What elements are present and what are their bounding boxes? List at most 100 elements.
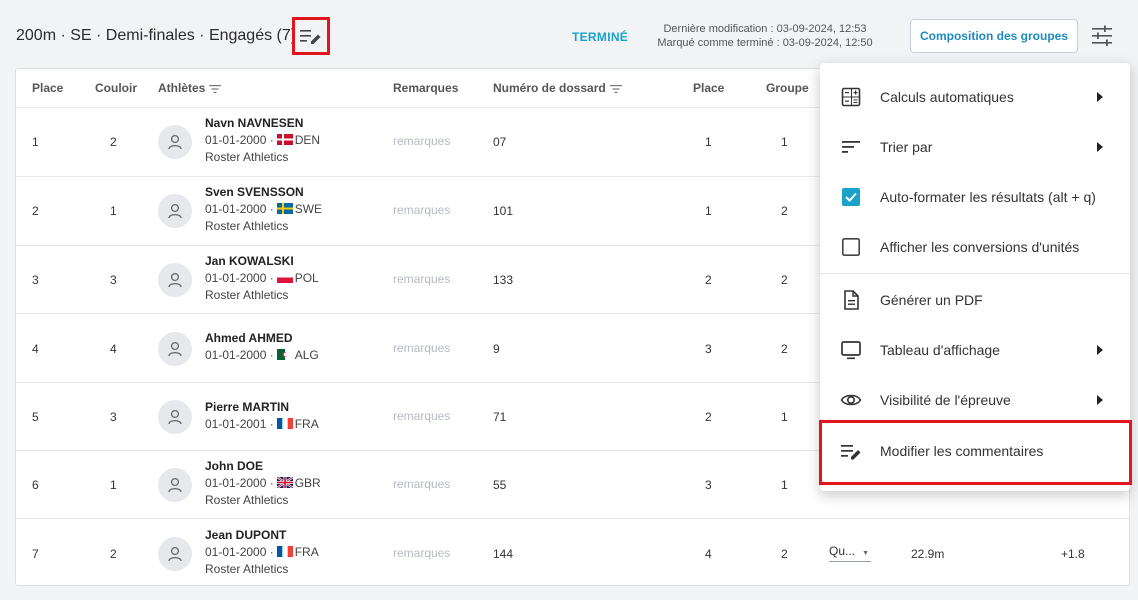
person-icon bbox=[168, 477, 182, 493]
checkbox-checked-icon[interactable] bbox=[840, 186, 862, 208]
athlete-dob: 01-01-2000 · bbox=[205, 133, 274, 147]
person-icon bbox=[168, 546, 182, 562]
eye-icon bbox=[840, 394, 862, 406]
athlete-name[interactable]: Jan KOWALSKI bbox=[205, 254, 294, 268]
sort-icon bbox=[842, 141, 860, 153]
row-place2: 3 bbox=[705, 342, 712, 356]
row-bib: 101 bbox=[493, 204, 514, 218]
row-place2: 2 bbox=[705, 273, 712, 287]
row-place: 7 bbox=[32, 547, 39, 561]
col-header-bib[interactable]: Numéro de dossard bbox=[493, 81, 622, 95]
athlete-country: POL bbox=[294, 271, 319, 285]
col-header-place2[interactable]: Place bbox=[693, 81, 724, 95]
athlete-dob: 01-01-2000 · bbox=[205, 545, 274, 559]
chevron-right-icon bbox=[1097, 92, 1103, 102]
avatar bbox=[158, 125, 192, 159]
athlete-name[interactable]: John DOE bbox=[205, 459, 263, 473]
row-place: 6 bbox=[32, 478, 39, 492]
row-bib: 9 bbox=[493, 342, 500, 356]
row-wind: +1.8 bbox=[1061, 547, 1085, 561]
athlete-info: 01-01-2000 · ALG bbox=[205, 348, 319, 362]
chevron-right-icon bbox=[1097, 345, 1103, 355]
col-header-group[interactable]: Groupe bbox=[766, 81, 809, 95]
qualification-select[interactable]: Qu... ▼ bbox=[829, 544, 871, 562]
athlete-club: Roster Athletics bbox=[205, 219, 289, 233]
row-place2: 1 bbox=[705, 204, 712, 218]
row-bib: 71 bbox=[493, 410, 507, 424]
row-place2: 2 bbox=[705, 410, 712, 424]
col-header-remarks[interactable]: Remarques bbox=[393, 81, 458, 95]
edit-notes-icon[interactable] bbox=[300, 28, 322, 46]
col-header-place[interactable]: Place bbox=[32, 81, 63, 95]
remarks-input[interactable]: remarques bbox=[393, 272, 450, 286]
athlete-name[interactable]: Jean DUPONT bbox=[205, 528, 286, 542]
table-row[interactable]: 7 2 Jean DUPONT 01-01-2000 · FRA Roster A… bbox=[16, 518, 1129, 586]
last-modified-text: Dernière modification : 03-09-2024, 12:5… bbox=[663, 23, 867, 35]
row-group: 1 bbox=[781, 478, 788, 492]
remarks-input[interactable]: remarques bbox=[393, 134, 450, 148]
menu-divider bbox=[820, 273, 1130, 274]
remarks-input[interactable]: remarques bbox=[393, 409, 450, 423]
dz-flag-icon bbox=[276, 349, 293, 360]
menu-item-auto-format[interactable]: Auto-formater les résultats (alt + q) bbox=[820, 172, 1130, 222]
athlete-name[interactable]: Sven SVENSSON bbox=[205, 185, 304, 199]
remarks-input[interactable]: remarques bbox=[393, 477, 450, 491]
col-header-bib-label: Numéro de dossard bbox=[493, 81, 606, 95]
remarks-input[interactable]: remarques bbox=[393, 203, 450, 217]
athlete-country: GBR bbox=[294, 476, 321, 490]
col-header-athletes[interactable]: Athlètes bbox=[158, 81, 222, 95]
person-icon bbox=[168, 203, 182, 219]
row-lane: 4 bbox=[110, 342, 117, 356]
menu-item-label: Afficher les conversions d'unités bbox=[880, 239, 1080, 255]
row-group: 1 bbox=[781, 410, 788, 424]
highlight-box-menu-item bbox=[819, 420, 1132, 485]
row-place: 1 bbox=[32, 135, 39, 149]
col-header-lane[interactable]: Couloir bbox=[95, 81, 137, 95]
qualification-value: Qu... bbox=[829, 544, 856, 558]
menu-item-label: Tableau d'affichage bbox=[880, 342, 1000, 358]
menu-item-event-visibility[interactable]: Visibilité de l'épreuve bbox=[820, 375, 1130, 425]
se-flag-icon bbox=[276, 203, 293, 214]
athlete-name[interactable]: Navn NAVNESEN bbox=[205, 116, 303, 130]
filter-icon[interactable] bbox=[609, 84, 622, 93]
menu-item-unit-conversions[interactable]: Afficher les conversions d'unités bbox=[820, 222, 1130, 272]
athlete-club: Roster Athletics bbox=[205, 493, 289, 507]
row-place: 3 bbox=[32, 273, 39, 287]
athlete-name[interactable]: Pierre MARTIN bbox=[205, 400, 289, 414]
athlete-club: Roster Athletics bbox=[205, 150, 289, 164]
remarks-input[interactable]: remarques bbox=[393, 546, 450, 560]
tune-settings-icon[interactable] bbox=[1090, 24, 1114, 48]
row-bib: 55 bbox=[493, 478, 507, 492]
fr-flag-icon bbox=[276, 418, 293, 429]
menu-item-label: Calculs automatiques bbox=[880, 89, 1014, 105]
pdf-icon bbox=[844, 290, 859, 310]
checkbox-empty-icon[interactable] bbox=[840, 236, 862, 258]
athlete-info: 01-01-2000 · POL bbox=[205, 271, 319, 285]
athlete-country: FRA bbox=[294, 417, 319, 431]
row-place2: 3 bbox=[705, 478, 712, 492]
group-composition-button[interactable]: Composition des groupes bbox=[910, 19, 1078, 53]
row-place: 5 bbox=[32, 410, 39, 424]
row-place: 4 bbox=[32, 342, 39, 356]
menu-item-generate-pdf[interactable]: Générer un PDF bbox=[820, 275, 1130, 325]
chevron-right-icon bbox=[1097, 142, 1103, 152]
modification-info: Dernière modification : 03-09-2024, 12:5… bbox=[645, 22, 885, 50]
menu-item-scoreboard[interactable]: Tableau d'affichage bbox=[820, 325, 1130, 375]
menu-item-auto-calculations[interactable]: Calculs automatiques bbox=[820, 72, 1130, 122]
menu-item-sort-by[interactable]: Trier par bbox=[820, 122, 1130, 172]
status-label: TERMINÉ bbox=[572, 30, 629, 44]
athlete-name[interactable]: Ahmed AHMED bbox=[205, 331, 293, 345]
remarks-input[interactable]: remarques bbox=[393, 341, 450, 355]
athlete-country: DEN bbox=[294, 133, 321, 147]
row-result[interactable]: 22.9m bbox=[911, 547, 944, 561]
athlete-club: Roster Athletics bbox=[205, 562, 289, 576]
filter-icon[interactable] bbox=[209, 84, 222, 93]
fr-flag-icon bbox=[276, 546, 293, 557]
row-group: 1 bbox=[781, 135, 788, 149]
athlete-country: ALG bbox=[294, 348, 319, 362]
dk-flag-icon bbox=[276, 134, 293, 145]
row-lane: 3 bbox=[110, 273, 117, 287]
athlete-info: 01-01-2000 · DEN bbox=[205, 133, 320, 147]
row-group: 2 bbox=[781, 273, 788, 287]
athlete-info: 01-01-2001 · FRA bbox=[205, 417, 319, 431]
